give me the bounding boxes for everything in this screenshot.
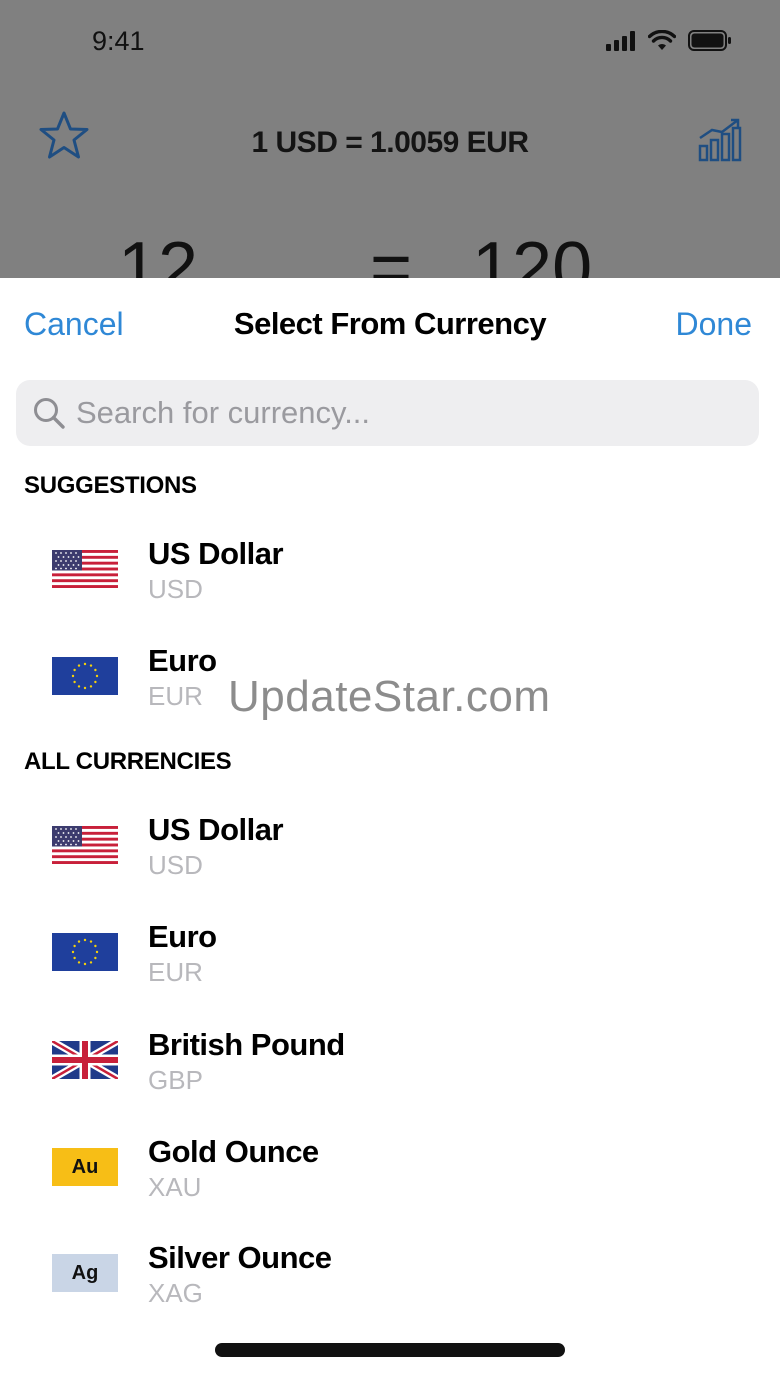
cellular-signal-icon — [606, 30, 635, 51]
currency-row-eur[interactable]: Euro EUR — [0, 909, 780, 1005]
search-input[interactable] — [76, 395, 726, 431]
currency-code: EUR — [148, 957, 203, 987]
background-app: 9:41 1 USD = 1.0059 EUR 12 = 120 — [0, 0, 780, 278]
currency-name: Gold Ounce — [148, 1134, 319, 1169]
from-amount: 12 — [118, 228, 199, 278]
currency-name: Euro — [148, 643, 217, 678]
currency-row-xau[interactable]: Au Gold Ounce XAU — [0, 1124, 780, 1220]
currency-row-xag[interactable]: Ag Silver Ounce XAG — [0, 1230, 780, 1326]
suggestions-header: SUGGESTIONS — [24, 472, 197, 499]
currency-name: US Dollar — [148, 812, 284, 847]
currency-name: Euro — [148, 919, 217, 954]
watermark-text: UpdateStar.com — [228, 672, 551, 721]
currency-name: Silver Ounce — [148, 1240, 332, 1275]
currency-name: US Dollar — [148, 536, 284, 571]
currency-code: XAG — [148, 1278, 203, 1308]
currency-code: USD — [148, 850, 203, 880]
exchange-rate-title: 1 USD = 1.0059 EUR — [251, 126, 529, 159]
wifi-icon — [648, 30, 676, 50]
home-indicator[interactable] — [215, 1343, 565, 1357]
currency-picker-sheet: Cancel Select From Currency Done SUGGEST… — [0, 278, 780, 1387]
search-icon — [34, 398, 65, 429]
chart-icon[interactable] — [698, 118, 742, 162]
us-flag-icon — [52, 550, 118, 588]
currency-code: EUR — [148, 681, 203, 711]
status-time: 9:41 — [92, 26, 145, 56]
eu-flag-icon — [52, 933, 118, 971]
uk-flag-icon — [52, 1041, 118, 1079]
currency-code: GBP — [148, 1065, 203, 1095]
eu-flag-icon — [52, 657, 118, 695]
silver-badge-icon: Ag — [52, 1254, 118, 1292]
battery-icon — [688, 30, 731, 51]
currency-code: USD — [148, 574, 203, 604]
currency-code: XAU — [148, 1172, 202, 1202]
us-flag-icon — [52, 826, 118, 864]
done-button[interactable]: Done — [676, 306, 753, 343]
currency-name: British Pound — [148, 1027, 345, 1062]
status-icons — [606, 30, 732, 51]
currency-row-gbp[interactable]: British Pound GBP — [0, 1017, 780, 1113]
sheet-nav-bar: Cancel Select From Currency Done — [0, 278, 780, 370]
sheet-title: Select From Currency — [233, 306, 547, 341]
equals-sign: = — [370, 228, 413, 278]
currency-row-usd[interactable]: US Dollar USD — [0, 802, 780, 898]
search-bar[interactable] — [16, 380, 759, 446]
gold-badge-icon: Au — [52, 1148, 118, 1186]
to-amount: 120 — [472, 228, 593, 278]
suggestion-row-usd[interactable]: US Dollar USD — [0, 526, 780, 622]
all-currencies-header: ALL CURRENCIES — [24, 748, 232, 775]
